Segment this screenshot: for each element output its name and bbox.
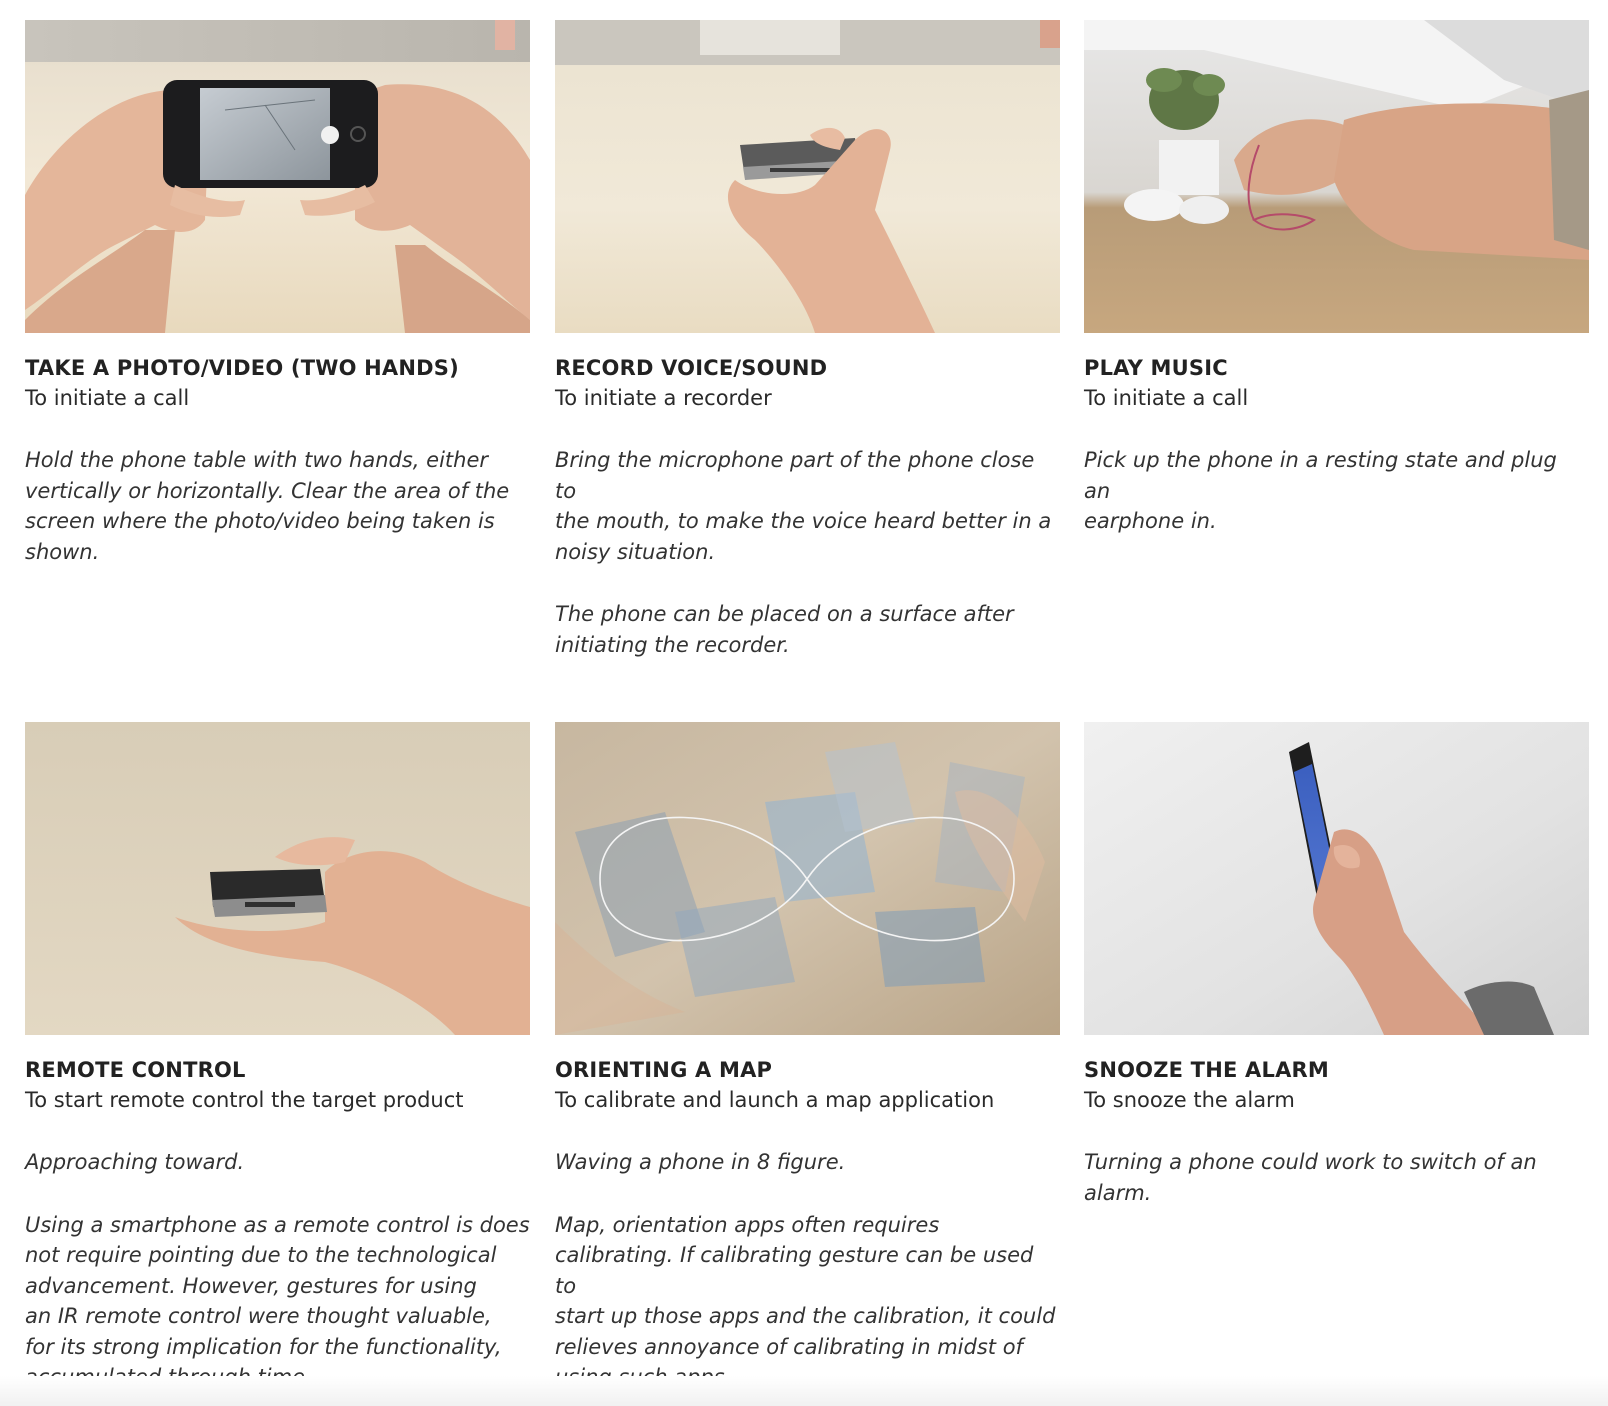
gesture-card-take-photo: TAKE A PHOTO/VIDEO (TWO HANDS) To initia… bbox=[25, 20, 530, 567]
card-subtitle: To snooze the alarm bbox=[1084, 1088, 1295, 1112]
description-paragraph: Map, orientation apps often requires cal… bbox=[555, 1212, 1056, 1390]
card-title: TAKE A PHOTO/VIDEO (TWO HANDS) bbox=[25, 356, 459, 380]
card-description: Turning a phone could work to switch of … bbox=[1084, 1147, 1589, 1208]
card-description: Approaching toward. Using a smartphone a… bbox=[25, 1147, 530, 1393]
card-title: PLAY MUSIC bbox=[1084, 356, 1228, 380]
gesture-card-record-voice: RECORD VOICE/SOUND To initiate a recorde… bbox=[555, 20, 1060, 660]
description-paragraph: Using a smartphone as a remote control i… bbox=[25, 1212, 530, 1390]
gesture-card-play-music: PLAY MUSIC To initiate a call Pick up th… bbox=[1084, 20, 1589, 537]
photo-plugging-earphone bbox=[1084, 20, 1589, 333]
photo-turning-phone bbox=[1084, 722, 1589, 1035]
photo-phone-pointed-forward bbox=[25, 722, 530, 1035]
gesture-card-orienting-map: ORIENTING A MAP To calibrate and launch … bbox=[555, 722, 1060, 1393]
photo-figure-eight-wave bbox=[555, 722, 1060, 1035]
card-title: SNOOZE THE ALARM bbox=[1084, 1058, 1329, 1082]
photo-two-hands-camera bbox=[25, 20, 530, 333]
gesture-card-remote-control: REMOTE CONTROL To start remote control t… bbox=[25, 722, 530, 1393]
card-description: Hold the phone table with two hands, eit… bbox=[25, 445, 530, 567]
card-subtitle: To initiate a call bbox=[1084, 386, 1249, 410]
card-subtitle: To calibrate and launch a map applicatio… bbox=[555, 1088, 995, 1112]
card-subtitle: To start remote control the target produ… bbox=[25, 1088, 464, 1112]
card-description: Bring the microphone part of the phone c… bbox=[555, 445, 1060, 660]
description-paragraph: Approaching toward. bbox=[25, 1150, 245, 1174]
card-description: Waving a phone in 8 figure. Map, orienta… bbox=[555, 1147, 1060, 1393]
card-title: RECORD VOICE/SOUND bbox=[555, 356, 828, 380]
card-title: ORIENTING A MAP bbox=[555, 1058, 773, 1082]
photo-phone-held-to-mouth bbox=[555, 20, 1060, 333]
description-paragraph: Turning a phone could work to switch of … bbox=[1084, 1150, 1537, 1205]
card-subtitle: To initiate a call bbox=[25, 386, 190, 410]
description-paragraph: Waving a phone in 8 figure. bbox=[555, 1150, 846, 1174]
gesture-card-snooze-alarm: SNOOZE THE ALARM To snooze the alarm Tur… bbox=[1084, 722, 1589, 1208]
card-description: Pick up the phone in a resting state and… bbox=[1084, 445, 1589, 537]
page-bottom-edge bbox=[0, 1376, 1608, 1406]
description-paragraph: Pick up the phone in a resting state and… bbox=[1084, 448, 1557, 533]
card-subtitle: To initiate a recorder bbox=[555, 386, 772, 410]
description-paragraph: Bring the microphone part of the phone c… bbox=[555, 448, 1052, 564]
card-title: REMOTE CONTROL bbox=[25, 1058, 246, 1082]
description-paragraph: The phone can be placed on a surface aft… bbox=[555, 602, 1014, 657]
description-paragraph: Hold the phone table with two hands, eit… bbox=[25, 448, 510, 564]
